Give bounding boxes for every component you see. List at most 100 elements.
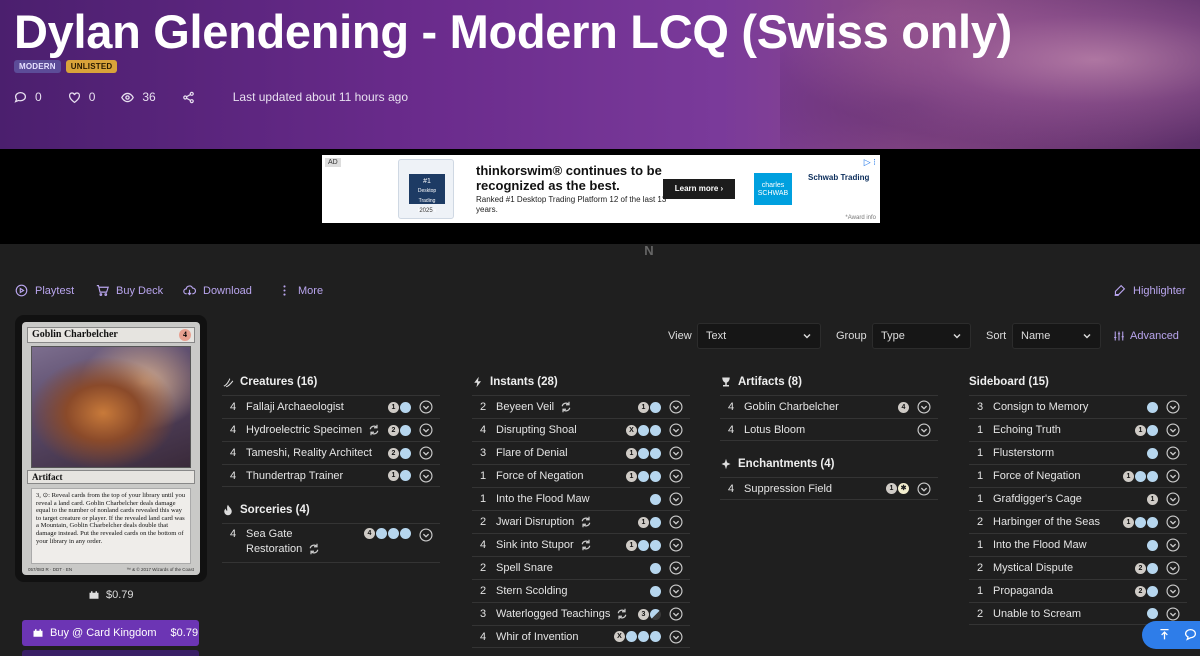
card-row[interactable]: 2 Stern Scolding (472, 579, 690, 602)
chevron-circle-down-icon[interactable] (669, 584, 683, 598)
chevron-circle-down-icon[interactable] (669, 469, 683, 483)
card-name[interactable]: Grafdigger's Cage (993, 493, 1082, 505)
card-name[interactable]: Harbinger of the Seas (993, 516, 1100, 528)
card-name[interactable]: Consign to Memory (993, 401, 1088, 413)
chevron-circle-down-icon[interactable] (1166, 561, 1180, 575)
chevron-circle-down-icon[interactable] (669, 515, 683, 529)
card-name[interactable]: Thundertrap Trainer (246, 470, 343, 482)
card-row[interactable]: 1 Force of Negation 1 (472, 464, 690, 487)
card-name[interactable]: Propaganda (993, 585, 1053, 597)
chevron-circle-down-icon[interactable] (669, 400, 683, 414)
chevron-circle-down-icon[interactable] (669, 561, 683, 575)
card-row[interactable]: 4 Disrupting Shoal X (472, 418, 690, 441)
format-badge[interactable]: MODERN (14, 60, 61, 73)
chevron-circle-down-icon[interactable] (1166, 423, 1180, 437)
card-row[interactable]: 1 Flusterstorm (969, 441, 1187, 464)
card-name[interactable]: Spell Snare (496, 562, 553, 574)
card-row[interactable]: 3 Flare of Denial 1 (472, 441, 690, 464)
playtest-button[interactable]: Playtest (15, 284, 74, 297)
highlighter-button[interactable]: Highlighter (1113, 284, 1186, 297)
chevron-circle-down-icon[interactable] (669, 629, 683, 644)
chevron-circle-down-icon[interactable] (669, 538, 683, 552)
card-name[interactable]: Whir of Invention (496, 631, 579, 643)
card-name[interactable]: Beyeen Veil (496, 401, 554, 413)
card-name[interactable]: Into the Flood Maw (496, 493, 590, 505)
card-row[interactable]: 1 Grafdigger's Cage 1 (969, 487, 1187, 510)
card-row[interactable]: 4 Goblin Charbelcher 4 (720, 395, 938, 418)
chevron-circle-down-icon[interactable] (1166, 538, 1180, 552)
card-row[interactable]: 4 Tameshi, Reality Architect 2 (222, 441, 440, 464)
ad-choices-icon[interactable]: ▷ ⁝ (864, 157, 876, 168)
chevron-circle-down-icon[interactable] (669, 423, 683, 437)
likes-stat[interactable]: 0 (68, 90, 95, 104)
secondary-buy-button[interactable] (22, 650, 199, 656)
chevron-circle-down-icon[interactable] (1166, 584, 1180, 598)
card-name[interactable]: Hydroelectric Specimen (246, 424, 362, 436)
card-name[interactable]: Fallaji Archaeologist (246, 401, 344, 413)
card-row[interactable]: 2 Jwari Disruption 1 (472, 510, 690, 533)
chevron-circle-down-icon[interactable] (1166, 492, 1180, 506)
comments-stat[interactable]: 0 (14, 90, 42, 104)
card-row[interactable]: 1 Into the Flood Maw (969, 533, 1187, 556)
card-row[interactable]: 4 Hydroelectric Specimen 2 (222, 418, 440, 441)
card-name[interactable]: Force of Negation (496, 470, 583, 482)
advertisement[interactable]: AD #1 Desktop Trading Platform 2025 think… (322, 155, 880, 223)
card-name[interactable]: Waterlogged Teachings (496, 608, 610, 620)
card-name[interactable]: Into the Flood Maw (993, 539, 1087, 551)
ad-award-info[interactable]: *Award info (845, 215, 876, 221)
chevron-circle-down-icon[interactable] (419, 446, 433, 460)
chevron-circle-down-icon[interactable] (1166, 515, 1180, 529)
card-row[interactable]: 2 Spell Snare (472, 556, 690, 579)
card-name[interactable]: Echoing Truth (993, 424, 1061, 436)
card-name[interactable]: Force of Negation (993, 470, 1080, 482)
card-row[interactable]: 1 Propaganda 2 (969, 579, 1187, 602)
card-row[interactable]: 2 Mystical Dispute 2 (969, 556, 1187, 579)
chevron-circle-down-icon[interactable] (419, 528, 433, 542)
share-button[interactable] (182, 91, 195, 104)
card-name[interactable]: Flusterstorm (993, 447, 1054, 459)
card-name[interactable]: Sea Gate (246, 528, 292, 540)
card-row[interactable]: 3 Consign to Memory (969, 395, 1187, 418)
card-row[interactable]: 1 Force of Negation 1 (969, 464, 1187, 487)
card-row[interactable]: 4 Fallaji Archaeologist 1 (222, 395, 440, 418)
group-select[interactable]: Type (872, 323, 971, 349)
card-name[interactable]: Jwari Disruption (496, 516, 574, 528)
chevron-circle-down-icon[interactable] (669, 492, 683, 506)
card-row[interactable]: 1 Echoing Truth 1 (969, 418, 1187, 441)
card-preview[interactable]: Goblin Charbelcher 4 Artifact 3, ⊙: Reve… (15, 315, 207, 582)
card-row[interactable]: 4 Sink into Stupor 1 (472, 533, 690, 556)
advanced-button[interactable]: Advanced (1113, 330, 1179, 342)
card-row[interactable]: 4 Suppression Field 1 ✱ (720, 477, 938, 500)
card-name[interactable]: Unable to Scream (993, 608, 1081, 620)
chevron-circle-down-icon[interactable] (917, 422, 931, 437)
card-name[interactable]: Goblin Charbelcher (744, 401, 839, 413)
chevron-circle-down-icon[interactable] (1166, 469, 1180, 483)
chevron-circle-down-icon[interactable] (1166, 400, 1180, 414)
card-name[interactable]: Disrupting Shoal (496, 424, 577, 436)
chevron-circle-down-icon[interactable] (419, 423, 433, 437)
card-name[interactable]: Flare of Denial (496, 447, 568, 459)
view-select[interactable]: Text (697, 323, 821, 349)
chevron-circle-down-icon[interactable] (419, 468, 433, 483)
card-name[interactable]: Mystical Dispute (993, 562, 1073, 574)
card-row[interactable]: 2 Beyeen Veil 1 (472, 395, 690, 418)
chevron-circle-down-icon[interactable] (669, 446, 683, 460)
chevron-circle-down-icon[interactable] (669, 607, 683, 621)
card-row[interactable]: 1 Into the Flood Maw (472, 487, 690, 510)
sort-select[interactable]: Name (1012, 323, 1101, 349)
card-row[interactable]: 4 Whir of Invention X (472, 625, 690, 648)
card-row[interactable]: 4 Sea Gate Restoration 4 (222, 523, 440, 563)
card-row[interactable]: 4 Lotus Bloom (720, 418, 938, 441)
card-name[interactable]: Sink into Stupor (496, 539, 574, 551)
chevron-circle-down-icon[interactable] (917, 481, 931, 496)
card-name[interactable]: Tameshi, Reality Architect (246, 447, 372, 459)
card-name[interactable]: Lotus Bloom (744, 424, 805, 436)
chevron-circle-down-icon[interactable] (419, 400, 433, 414)
card-row[interactable]: 3 Waterlogged Teachings 3 (472, 602, 690, 625)
ad-learn-more-button[interactable]: Learn more › (663, 179, 735, 199)
more-button[interactable]: More (278, 284, 323, 297)
scroll-top-button[interactable] (1142, 621, 1200, 649)
buy-deck-button[interactable]: Buy Deck (96, 284, 163, 297)
chevron-circle-down-icon[interactable] (1166, 446, 1180, 460)
card-name[interactable]: Stern Scolding (496, 585, 568, 597)
